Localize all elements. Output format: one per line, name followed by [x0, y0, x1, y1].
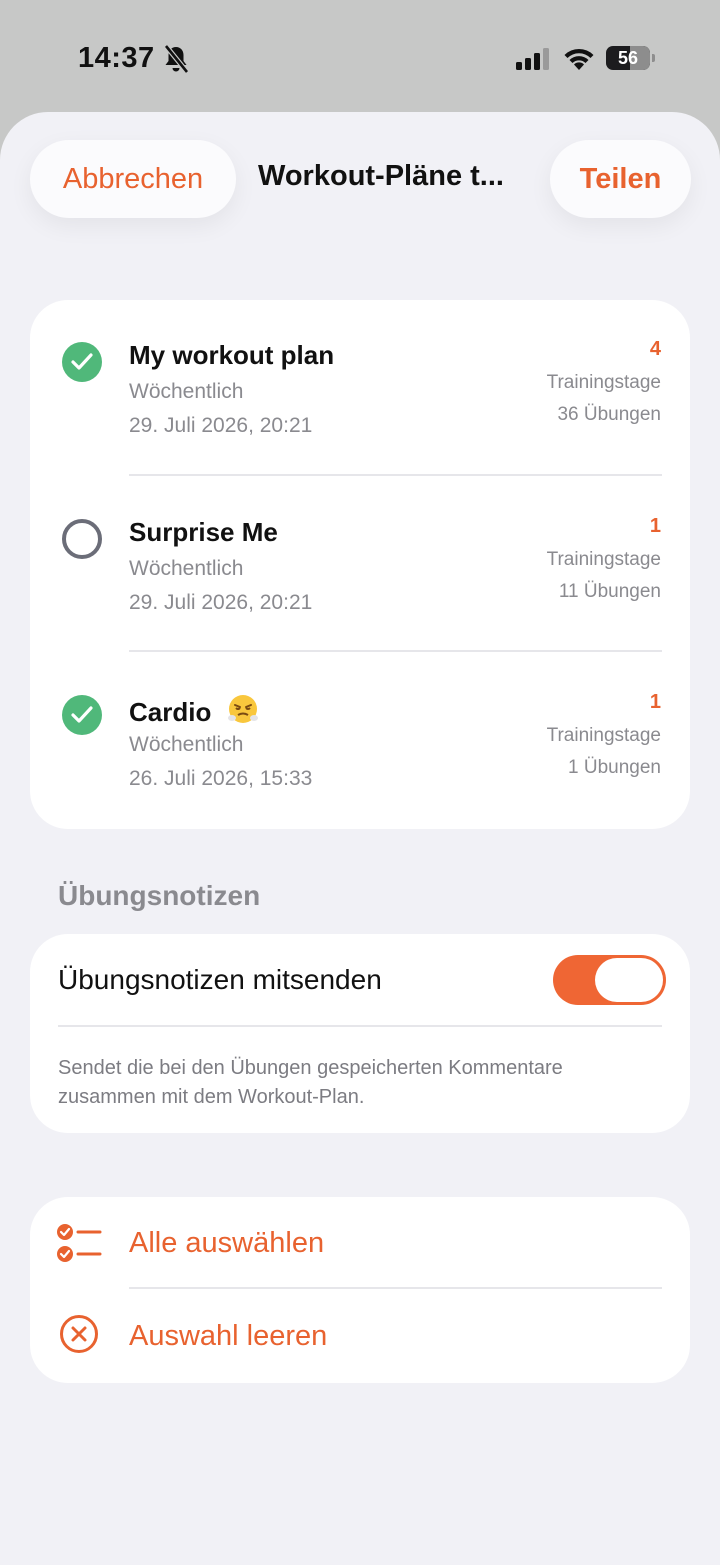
cellular-signal-icon	[516, 48, 549, 70]
clear-selection-label: Auswahl leeren	[129, 1320, 328, 1352]
plan-training-days-count: 4	[649, 338, 661, 360]
bell-slash-icon	[164, 44, 189, 74]
battery-indicator: 56	[606, 46, 655, 70]
plan-name: My workout plan	[129, 340, 335, 370]
plan-name: Cardio	[129, 693, 259, 728]
plan-row-surprise-me[interactable]: Surprise Me Wöchentlich 29. Juli 2026, 2…	[30, 477, 690, 653]
include-notes-description: Sendet die bei den Übungen gespeicherten…	[58, 1057, 563, 1108]
plan-training-days-label: Trainingstage	[546, 549, 661, 570]
page-title: Workout-Pläne t...	[258, 160, 504, 192]
notes-settings-card: Übungsnotizen mitsenden Sendet die bei d…	[30, 934, 690, 1133]
plan-date: 29. Juli 2026, 20:21	[129, 414, 313, 437]
plan-exercises-count: 1 Übungen	[568, 757, 661, 778]
plan-date: 29. Juli 2026, 20:21	[129, 591, 313, 614]
x-circle-icon	[60, 1315, 98, 1353]
select-all-label: Alle auswählen	[129, 1227, 325, 1259]
plan-training-days-label: Trainingstage	[546, 725, 661, 746]
plan-frequency: Wöchentlich	[129, 557, 244, 580]
checkmark-circle-icon[interactable]	[62, 342, 102, 382]
status-bar: 14:37 56	[0, 0, 720, 112]
toggle-knob	[595, 958, 663, 1002]
cancel-button[interactable]: Abbrechen	[30, 140, 236, 218]
plan-row-my-workout-plan[interactable]: My workout plan Wöchentlich 29. Juli 202…	[30, 300, 690, 476]
plan-frequency: Wöchentlich	[129, 380, 244, 403]
battery-level: 56	[617, 47, 639, 68]
include-notes-toggle[interactable]	[553, 955, 666, 1005]
plan-exercises-count: 11 Übungen	[558, 581, 661, 602]
checkmark-circle-icon[interactable]	[62, 695, 102, 735]
plan-training-days-count: 1	[649, 515, 661, 537]
empty-circle-icon[interactable]	[62, 519, 102, 559]
status-time: 14:37	[78, 42, 155, 74]
section-title-notes: Übungsnotizen	[58, 880, 261, 911]
wifi-icon	[564, 48, 594, 70]
plans-list: My workout plan Wöchentlich 29. Juli 202…	[30, 300, 690, 829]
plan-frequency: Wöchentlich	[129, 733, 244, 756]
clear-selection-button[interactable]: Auswahl leeren	[30, 1289, 690, 1381]
share-button[interactable]: Teilen	[550, 140, 691, 218]
plan-row-cardio[interactable]: Cardio Wöchentlich 26. Juli 2026, 15:33 …	[30, 653, 690, 829]
row-divider	[58, 1025, 662, 1027]
plan-date: 26. Juli 2026, 15:33	[129, 767, 313, 790]
plan-exercises-count: 36 Übungen	[557, 404, 661, 425]
row-divider	[129, 474, 662, 476]
checklist-icon	[57, 1224, 102, 1262]
plan-name: Surprise Me	[129, 517, 278, 547]
plan-training-days-count: 1	[649, 691, 661, 713]
plan-name-text: Cardio	[129, 697, 212, 727]
selection-actions-card: Alle auswählen Auswahl leeren	[30, 1197, 690, 1383]
select-all-button[interactable]: Alle auswählen	[30, 1197, 690, 1289]
share-plans-sheet: Abbrechen Workout-Pläne t... Teilen My w…	[0, 112, 720, 1565]
face-with-steam-icon	[227, 695, 258, 723]
row-divider	[129, 650, 662, 652]
plan-training-days-label: Trainingstage	[546, 372, 661, 393]
include-notes-label: Übungsnotizen mitsenden	[58, 964, 382, 995]
